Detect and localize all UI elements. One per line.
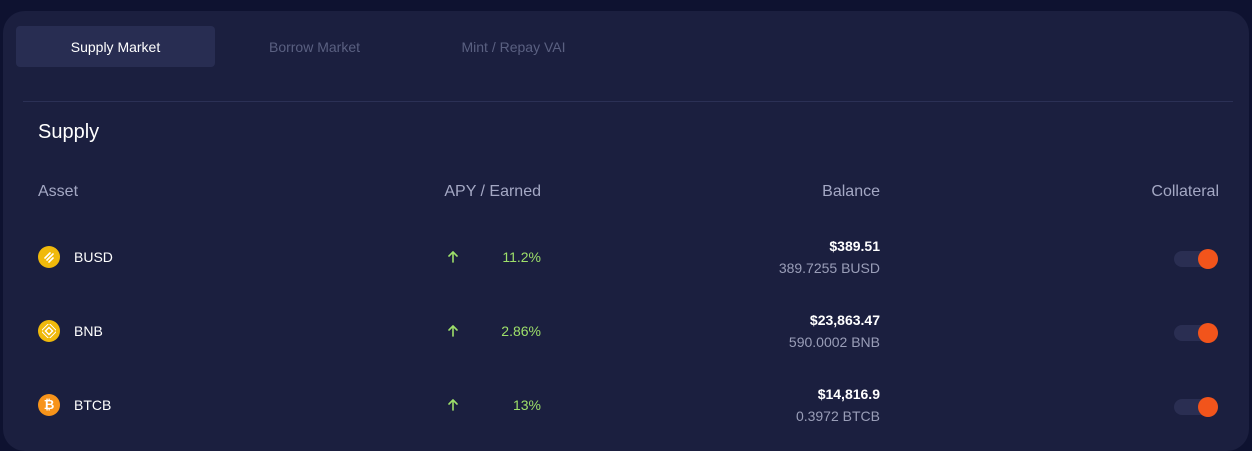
apy-value: 11.2% [502, 249, 541, 265]
tab-borrow-market[interactable]: Borrow Market [215, 26, 414, 67]
arrow-up-icon [448, 251, 458, 263]
tab-mint-repay-vai[interactable]: Mint / Repay VAI [414, 26, 613, 67]
section-title: Supply [38, 121, 100, 143]
arrow-up-icon [448, 325, 458, 337]
supply-panel: Supply Market Borrow Market Mint / Repay… [3, 11, 1249, 451]
collateral-toggle[interactable] [1174, 249, 1218, 269]
arrow-up-icon [448, 399, 458, 411]
bnb-icon [38, 320, 60, 342]
asset-name: BTCB [74, 397, 112, 413]
collateral-toggle[interactable] [1174, 323, 1218, 343]
toggle-knob [1198, 249, 1218, 269]
tab-supply-market[interactable]: Supply Market [16, 26, 215, 67]
btcb-icon: ₿ [38, 394, 60, 416]
market-tabs: Supply Market Borrow Market Mint / Repay… [16, 26, 613, 67]
balance-token: 389.7255 BUSD [778, 260, 880, 276]
table-row[interactable]: ₿ BTCB 13% $14,816.9 0.3972 BTCB [3, 375, 1249, 435]
table-row[interactable]: BUSD 11.2% $389.51 389.7255 BUSD [3, 227, 1249, 287]
table-row[interactable]: BNB 2.86% $23,863.47 590.0002 BNB [3, 301, 1249, 361]
busd-icon [38, 246, 60, 268]
balance-token: 590.0002 BNB [788, 334, 880, 350]
toggle-knob [1198, 397, 1218, 417]
toggle-knob [1198, 323, 1218, 343]
apy-value: 13% [512, 397, 541, 413]
column-header-apy: APY / Earned [444, 183, 541, 200]
asset-name: BNB [74, 323, 103, 339]
balance-usd: $389.51 [829, 238, 880, 254]
column-header-asset: Asset [38, 183, 79, 200]
divider [23, 101, 1233, 102]
asset-name: BUSD [74, 249, 113, 265]
balance-usd: $14,816.9 [817, 386, 880, 402]
balance-token: 0.3972 BTCB [795, 408, 880, 424]
column-header-collateral: Collateral [1151, 183, 1219, 200]
balance-usd: $23,863.47 [809, 312, 880, 328]
column-header-balance: Balance [822, 183, 880, 200]
collateral-toggle[interactable] [1174, 397, 1218, 417]
apy-value: 2.86% [501, 323, 541, 339]
